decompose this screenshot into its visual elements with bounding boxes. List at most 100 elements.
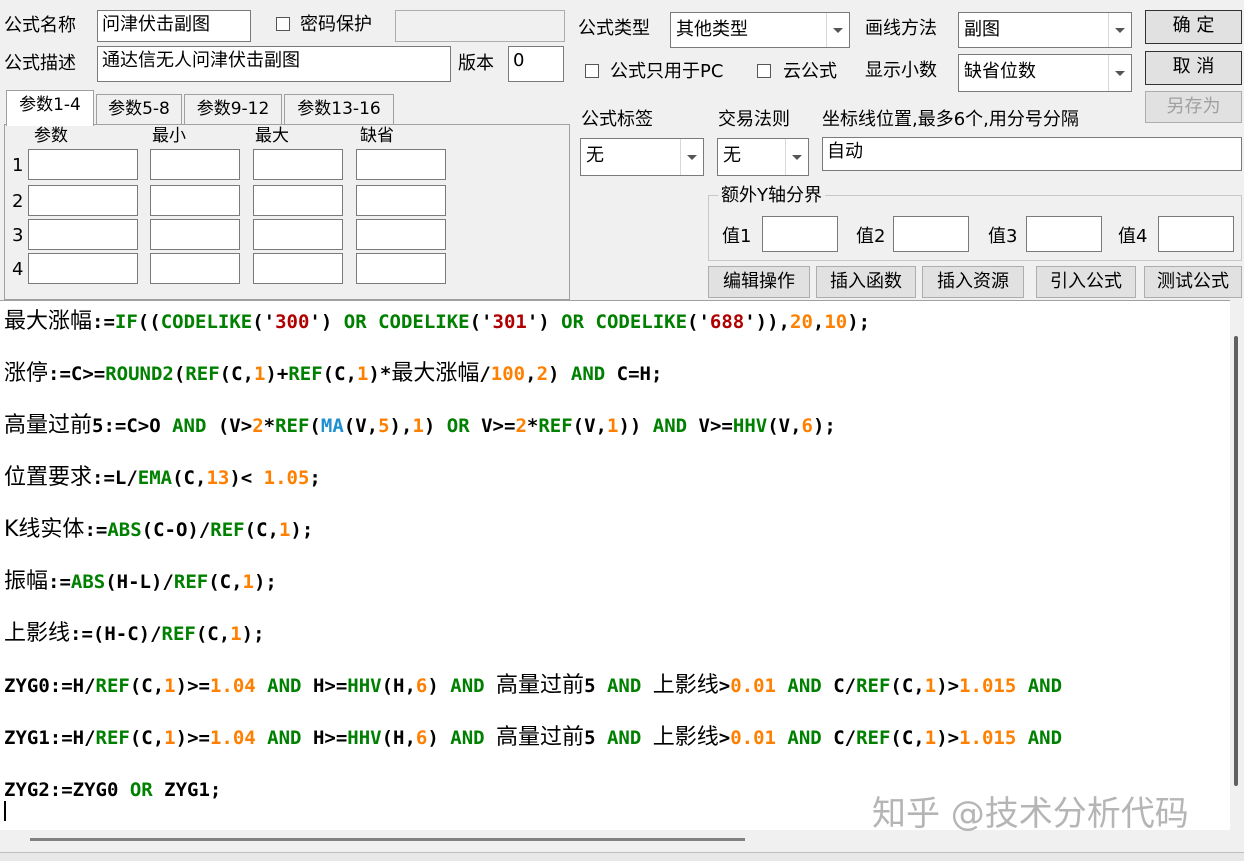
- param-2-max-input[interactable]: [253, 185, 343, 216]
- code-token: 10: [824, 311, 848, 333]
- param-3-default-input[interactable]: [356, 219, 446, 250]
- insert-function-button[interactable]: 插入函数: [816, 266, 916, 298]
- vertical-scrollbar[interactable]: [1230, 300, 1244, 830]
- formula-tag-select[interactable]: 无: [580, 138, 704, 176]
- code-token: H>=: [301, 727, 348, 749]
- password-input[interactable]: [395, 10, 565, 42]
- code-token: HHV: [347, 727, 382, 749]
- save-as-button[interactable]: 另存为: [1145, 91, 1242, 123]
- code-token: 1.05: [263, 467, 310, 489]
- code-token: ): [423, 415, 447, 437]
- code-token: );: [847, 311, 871, 333]
- chevron-down-icon[interactable]: [680, 139, 703, 175]
- chevron-down-icon[interactable]: [785, 139, 808, 175]
- chevron-down-icon[interactable]: [1108, 55, 1131, 91]
- param-4-default-input[interactable]: [356, 253, 446, 284]
- param-2-min-input[interactable]: [150, 185, 240, 216]
- code-token: OR: [129, 779, 153, 801]
- formula-desc-input[interactable]: 通达信无人问津伏击副图: [97, 46, 451, 82]
- code-token: )*: [368, 363, 392, 385]
- test-formula-button[interactable]: 测试公式: [1144, 266, 1242, 298]
- code-token: 1.04: [209, 675, 256, 697]
- import-formula-button[interactable]: 引入公式: [1036, 266, 1136, 298]
- code-token: (C,: [219, 363, 254, 385]
- code-token: IF: [114, 311, 138, 333]
- edit-ops-button[interactable]: 编辑操作: [708, 266, 810, 298]
- param-1-name-input[interactable]: [28, 149, 138, 180]
- chevron-down-icon[interactable]: [1108, 13, 1131, 47]
- code-token: :=: [48, 571, 71, 593]
- code-token: (H,: [381, 727, 416, 749]
- code-token: AND: [172, 415, 207, 437]
- code-token: 最大涨幅: [391, 361, 480, 386]
- value4-input[interactable]: [1158, 216, 1234, 252]
- code-token: )>: [936, 675, 960, 697]
- axis-lines-input[interactable]: 自动: [822, 137, 1242, 171]
- code-token: REF: [856, 675, 891, 697]
- code-token: (C,: [244, 519, 279, 541]
- code-token: *: [263, 415, 276, 437]
- code-line: ZYG0:=H/REF(C,1)>=1.04 AND H>=HHV(H,6) A…: [4, 673, 1062, 699]
- code-token: 1: [242, 571, 254, 593]
- code-token: 上影线: [652, 673, 719, 698]
- formula-name-input[interactable]: 问津伏击副图: [97, 10, 251, 42]
- param-4-min-input[interactable]: [150, 253, 240, 284]
- code-token: OR: [343, 311, 367, 333]
- param-3-min-input[interactable]: [150, 219, 240, 250]
- code-token: '): [526, 311, 562, 333]
- value4-label: 值4: [1118, 226, 1148, 247]
- insert-resource-button[interactable]: 插入资源: [922, 266, 1024, 298]
- param-2-name-input[interactable]: [28, 185, 138, 216]
- value3-label: 值3: [988, 226, 1018, 247]
- ok-button[interactable]: 确 定: [1145, 10, 1242, 44]
- code-token: REF: [95, 675, 130, 697]
- code-token: 5: [378, 415, 390, 437]
- code-token: :=C>=: [48, 363, 106, 385]
- code-token: CODELIKE: [378, 311, 470, 333]
- param-2-default-input[interactable]: [356, 185, 446, 216]
- code-token: )<: [229, 467, 264, 489]
- param-3-name-input[interactable]: [28, 219, 138, 250]
- param-1-default-input[interactable]: [356, 149, 446, 180]
- code-token: (C,: [129, 675, 165, 697]
- code-token: ,: [812, 311, 825, 333]
- tab-params-5-8[interactable]: 参数5-8: [96, 94, 182, 124]
- code-token: (': [252, 311, 276, 333]
- trade-rule-select[interactable]: 无: [717, 138, 809, 176]
- param-4-max-input[interactable]: [253, 253, 343, 284]
- param-1-max-input[interactable]: [253, 149, 343, 180]
- scrollbar-thumb[interactable]: [1234, 336, 1238, 786]
- code-editor[interactable]: 最大涨幅:=IF((CODELIKE('300') OR CODELIKE('3…: [0, 300, 1230, 831]
- param-row-number: 2: [12, 191, 24, 212]
- pc-only-checkbox[interactable]: [585, 64, 599, 78]
- code-line: 涨停:=C>=ROUND2(REF(C,1)+REF(C,1)*最大涨幅/100…: [4, 361, 662, 387]
- scrollbar-thumb[interactable]: [30, 838, 745, 841]
- code-token: 上影线: [4, 621, 71, 646]
- value1-input[interactable]: [762, 216, 838, 252]
- formula-type-select[interactable]: 其他类型: [670, 12, 850, 48]
- chevron-down-icon[interactable]: [826, 13, 849, 47]
- version-input[interactable]: 0: [508, 46, 564, 82]
- code-token: >: [718, 675, 731, 697]
- decimals-select[interactable]: 缺省位数: [958, 54, 1132, 92]
- value2-input[interactable]: [893, 216, 969, 252]
- code-token: C=H;: [605, 363, 663, 385]
- draw-method-select[interactable]: 副图: [958, 12, 1132, 48]
- tab-params-9-12[interactable]: 参数9-12: [184, 94, 282, 124]
- param-4-name-input[interactable]: [28, 253, 138, 284]
- param-3-max-input[interactable]: [253, 219, 343, 250]
- tab-params-13-16[interactable]: 参数13-16: [284, 94, 394, 124]
- cancel-button[interactable]: 取 消: [1145, 51, 1242, 85]
- password-checkbox[interactable]: [276, 17, 290, 31]
- value3-input[interactable]: [1026, 216, 1102, 252]
- code-token: REF: [161, 623, 196, 645]
- code-token: '): [309, 311, 344, 333]
- param-1-min-input[interactable]: [150, 149, 240, 180]
- formula-desc-label: 公式描述: [4, 53, 76, 74]
- code-token: (H-L)/: [105, 571, 174, 593]
- code-token: V>=: [687, 415, 733, 437]
- tab-params-1-4[interactable]: 参数1-4: [6, 90, 94, 126]
- cloud-checkbox[interactable]: [757, 64, 771, 78]
